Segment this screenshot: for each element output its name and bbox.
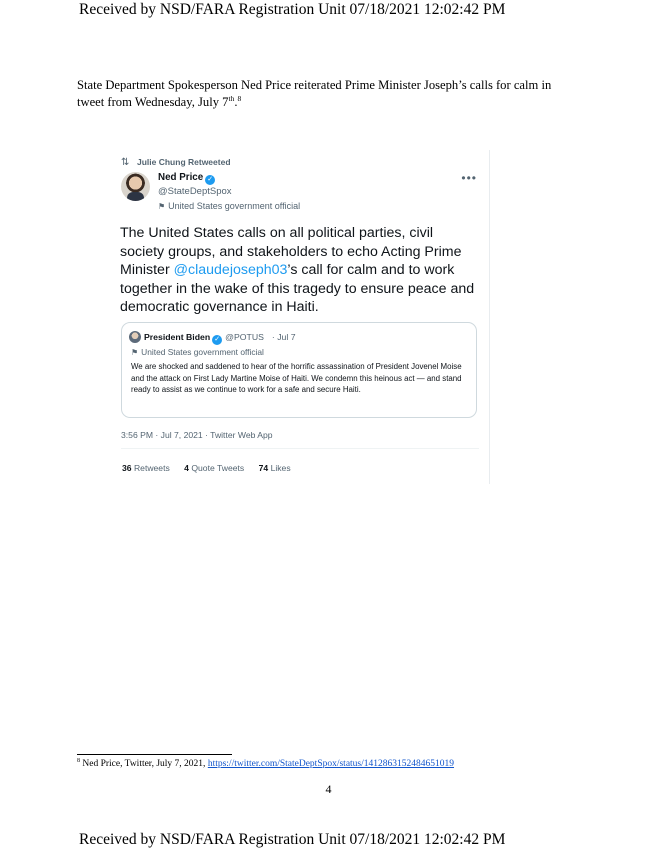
author-avatar[interactable] [121,172,150,201]
tweet-timestamp[interactable]: 3:56 PM · Jul 7, 2021 · Twitter Web App [121,430,273,440]
paragraph-text: State Department Spokesperson Ned Price … [77,78,552,109]
body-paragraph: State Department Spokesperson Ned Price … [77,77,577,110]
registration-stamp-top: Received by NSD/FARA Registration Unit 0… [79,1,506,18]
author-handle[interactable]: @StateDeptSpox [158,186,232,197]
page-number: 4 [325,782,332,796]
retweet-icon: ⇅ [121,157,130,168]
verified-badge-icon: ✓ [205,175,216,185]
flag-icon: ⚑ [158,202,166,211]
flag-icon: ⚑ [131,348,139,357]
footnote-text: Ned Price, Twitter, July 7, 2021, [80,759,208,769]
quoted-tweet[interactable]: President Biden ✓ @POTUS · Jul 7 ⚑ United St… [121,322,477,418]
footnote-rule [77,754,232,755]
verified-badge-icon: ✓ [212,335,223,345]
divider [121,448,479,449]
author-name-row: Ned Price ✓ [158,172,216,185]
retweets-stat[interactable]: 36 Retweets [122,463,170,473]
retweet-header: ⇅ Julie Chung Retweeted [121,157,231,168]
quoted-author-avatar [129,331,141,343]
mention-link[interactable]: @claudejoseph03 [174,262,288,278]
quoted-government-label: ⚑ United States government official [131,347,264,357]
quoted-author-name: President Biden [144,332,211,342]
quoted-tweet-text: We are shocked and saddened to hear of t… [131,362,462,394]
author-name[interactable]: Ned Price [158,172,203,183]
quoted-tweet-header: President Biden ✓ @POTUS · Jul 7 [129,331,296,345]
government-label: ⚑ United States government official [158,201,300,211]
retweeted-by-label[interactable]: Julie Chung Retweeted [137,157,231,167]
footnote: 8 Ned Price, Twitter, July 7, 2021, http… [77,758,454,769]
quote-tweets-stat[interactable]: 4 Quote Tweets [184,463,244,473]
more-options-icon[interactable]: ••• [461,171,477,185]
registration-stamp-bottom: Received by NSD/FARA Registration Unit 0… [79,831,506,848]
footnote-reference[interactable]: 8 [237,93,241,102]
quoted-tweet-date: · Jul 7 [271,332,296,342]
footnote-link[interactable]: https://twitter.com/StateDeptSpox/status… [208,759,454,769]
tweet-screenshot: ⇅ Julie Chung Retweeted Ned Price ✓ @State… [108,150,490,484]
government-label-text: United States government official [168,201,301,211]
quoted-government-label-text: United States government official [141,347,264,357]
engagement-stats: 36 Retweets 4 Quote Tweets 74 Likes [122,463,303,473]
likes-stat[interactable]: 74 Likes [259,463,291,473]
quoted-author-handle: @POTUS [225,332,264,342]
tweet-body: The United States calls on all political… [120,224,480,317]
